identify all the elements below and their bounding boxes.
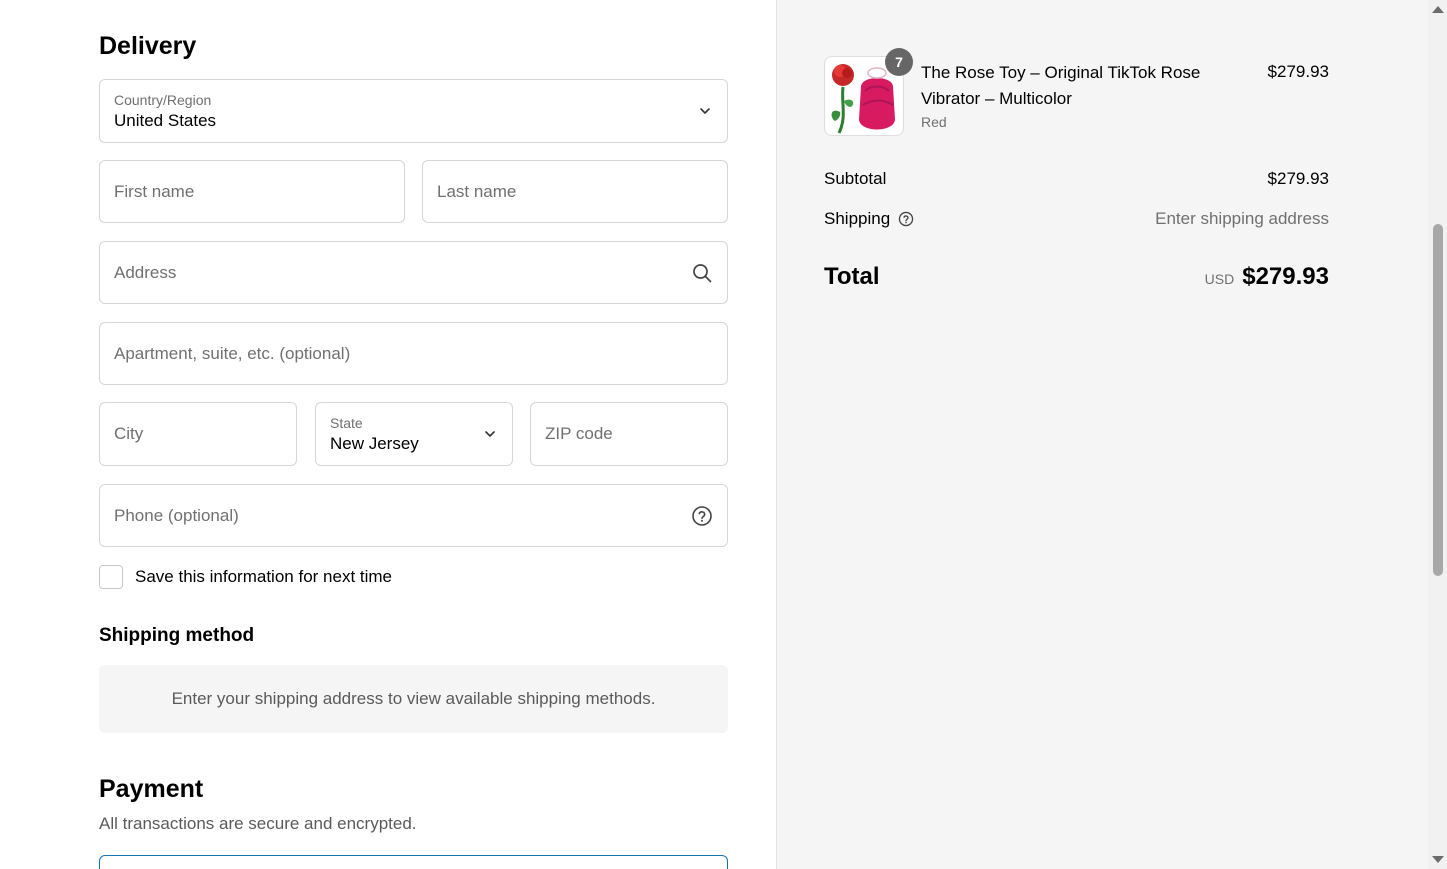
last-name-placeholder: Last name: [437, 181, 517, 201]
phone-placeholder: Phone (optional): [114, 505, 239, 525]
product-variant: Red: [921, 114, 947, 130]
save-info-label[interactable]: Save this information for next time: [135, 567, 392, 587]
zip-placeholder: ZIP code: [545, 424, 613, 443]
save-info-checkbox[interactable]: [99, 565, 123, 589]
apartment-placeholder: Apartment, suite, etc. (optional): [114, 343, 351, 363]
scroll-up-arrow-icon[interactable]: [1432, 6, 1444, 13]
total-value: $279.93: [1242, 263, 1329, 290]
payment-method-box[interactable]: [99, 855, 728, 869]
shipping-label: Shipping: [824, 209, 891, 228]
checkout-form-panel: Delivery Country/Region United States Fi…: [0, 0, 777, 869]
address-field[interactable]: Address: [99, 241, 728, 304]
shipping-method-message: Enter your shipping address to view avai…: [171, 689, 656, 708]
chevron-down-icon: [485, 431, 495, 437]
total-value-group: USD $279.93: [1205, 263, 1329, 291]
address-placeholder: Address: [114, 262, 177, 282]
zip-field[interactable]: ZIP code: [530, 402, 728, 466]
state-select[interactable]: State New Jersey: [315, 402, 513, 466]
city-placeholder: City: [114, 424, 144, 443]
country-value: United States: [114, 111, 217, 130]
country-label: Country/Region: [114, 92, 212, 108]
product-name: The Rose Toy – Original TikTok Rose Vibr…: [921, 63, 1201, 108]
shipping-method-heading: Shipping method: [99, 625, 255, 646]
search-icon[interactable]: [691, 262, 713, 284]
subtotal-value: $279.93: [1267, 169, 1329, 188]
page-scrollbar[interactable]: [1428, 0, 1447, 869]
help-circle-icon[interactable]: [691, 505, 713, 527]
scrollbar-thumb[interactable]: [1433, 224, 1443, 576]
payment-heading: Payment: [99, 775, 204, 803]
payment-subtitle: All transactions are secure and encrypte…: [99, 814, 417, 833]
shipping-value: Enter shipping address: [1155, 209, 1329, 228]
country-select[interactable]: Country/Region United States: [99, 79, 728, 143]
phone-field[interactable]: Phone (optional): [99, 484, 728, 547]
city-field[interactable]: City: [99, 402, 297, 466]
shipping-method-notice: Enter your shipping address to view avai…: [99, 665, 728, 733]
quantity-badge: 7: [885, 48, 913, 76]
last-name-field[interactable]: Last name: [422, 160, 728, 223]
total-currency: USD: [1204, 271, 1235, 287]
first-name-field[interactable]: First name: [99, 160, 405, 223]
total-label: Total: [824, 263, 880, 290]
state-label: State: [330, 415, 363, 431]
first-name-placeholder: First name: [114, 181, 195, 201]
chevron-down-icon: [700, 108, 710, 114]
delivery-heading: Delivery: [99, 32, 197, 60]
scroll-down-arrow-icon[interactable]: [1432, 856, 1444, 863]
help-circle-icon[interactable]: [898, 211, 914, 227]
subtotal-label: Subtotal: [824, 169, 887, 188]
apartment-field[interactable]: Apartment, suite, etc. (optional): [99, 322, 728, 385]
state-value: New Jersey: [330, 434, 419, 453]
product-price: $279.93: [1267, 62, 1329, 81]
shipping-row: Shipping: [824, 209, 914, 229]
